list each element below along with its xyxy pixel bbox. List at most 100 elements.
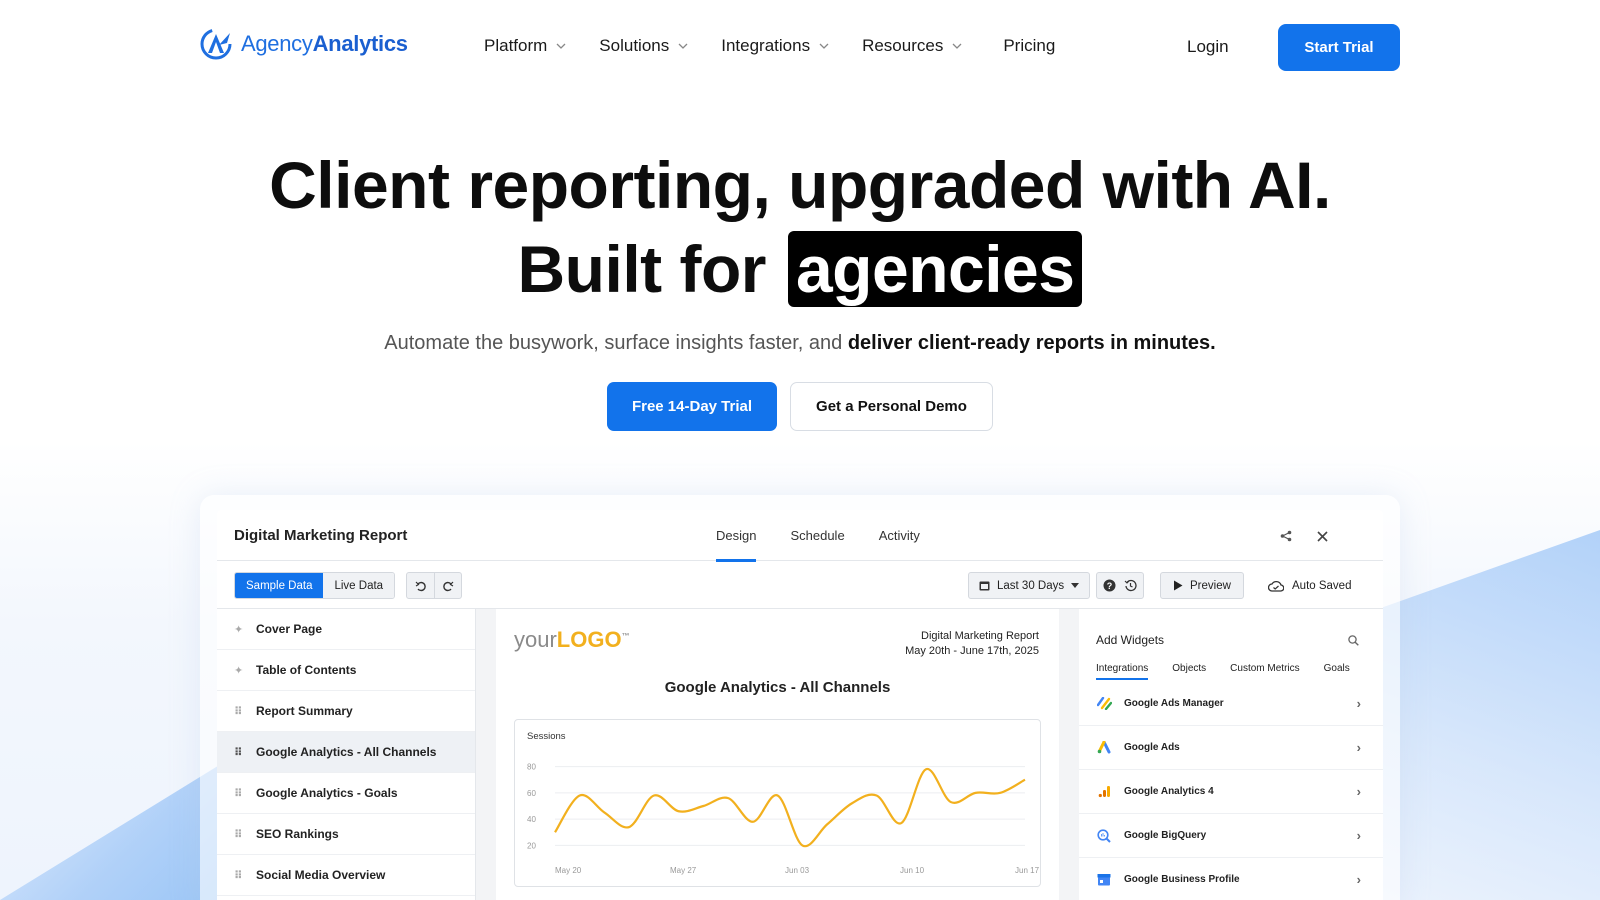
integration-google-business-profile[interactable]: Google Business Profile › (1079, 858, 1383, 900)
agency-analytics-logo-icon (200, 28, 232, 60)
sample-data-toggle[interactable]: Sample Data (235, 573, 324, 598)
drag-handle-icon[interactable]: ⠿ (234, 869, 256, 882)
calendar-icon (979, 581, 990, 591)
sidebar-item-report-summary[interactable]: ⠿ Report Summary (217, 691, 475, 732)
history-icon[interactable] (1124, 579, 1137, 592)
nav-item-integrations[interactable]: Integrations (721, 36, 829, 56)
hero-buttons: Free 14-Day Trial Get a Personal Demo (0, 382, 1600, 431)
personal-demo-button[interactable]: Get a Personal Demo (790, 382, 993, 431)
integration-google-analytics-4[interactable]: Google Analytics 4 › (1079, 770, 1383, 814)
search-icon[interactable] (1348, 633, 1359, 651)
sidebar-item-cover-page[interactable]: ✦ Cover Page (217, 609, 475, 650)
integration-label: Google Analytics 4 (1124, 786, 1214, 797)
nav-item-resources[interactable]: Resources (862, 36, 962, 56)
chevron-right-icon: › (1356, 828, 1361, 843)
report-meta: Digital Marketing Report May 20th - June… (905, 629, 1039, 659)
integration-google-bigquery[interactable]: Google BigQuery › (1079, 814, 1383, 858)
sidebar-item-table-of-contents[interactable]: ✦ Table of Contents (217, 650, 475, 691)
tab-activity[interactable]: Activity (862, 510, 937, 561)
drag-handle-icon[interactable]: ⠿ (234, 746, 256, 759)
report-editor: Digital Marketing Report Design Schedule… (217, 510, 1383, 900)
date-range-label: Last 30 Days (997, 579, 1065, 592)
x-tick-label: Jun 17 (1015, 866, 1040, 875)
sidebar-item-label: Google Analytics - All Channels (256, 745, 437, 759)
tab-custom-metrics[interactable]: Custom Metrics (1230, 663, 1299, 680)
chevron-right-icon: › (1356, 872, 1361, 887)
report-meta-title: Digital Marketing Report (921, 630, 1039, 642)
chevron-down-icon (556, 43, 566, 49)
section-title: Google Analytics - All Channels (664, 679, 891, 696)
chevron-right-icon: › (1356, 740, 1361, 755)
drag-handle-icon[interactable]: ⠿ (234, 787, 256, 800)
hero-heading-line2: Built for agencies (0, 227, 1600, 311)
date-range-select[interactable]: Last 30 Days (968, 572, 1091, 599)
chevron-down-icon (952, 43, 962, 49)
redo-icon[interactable] (434, 573, 461, 598)
brand-name: AgencyAnalytics (241, 31, 408, 56)
close-icon[interactable] (1314, 528, 1330, 544)
chevron-right-icon: › (1356, 696, 1361, 711)
integration-google-ads-manager[interactable]: Google Ads Manager › (1079, 682, 1383, 726)
data-source-toggle: Sample Data Live Data (234, 572, 396, 599)
nav-item-pricing[interactable]: Pricing (1003, 36, 1055, 56)
x-tick-label: May 20 (555, 866, 582, 875)
hero-subtitle: Automate the busywork, surface insights … (0, 332, 1600, 355)
top-navigation: AgencyAnalytics Platform Solutions Integ… (0, 0, 1600, 95)
report-meta-dates: May 20th - June 17th, 2025 (905, 645, 1039, 657)
login-link[interactable]: Login (1187, 37, 1229, 57)
nav-item-label: Platform (484, 36, 548, 55)
chevron-down-icon (678, 43, 688, 49)
pin-icon: ✦ (234, 664, 244, 677)
report-tabs: Design Schedule Activity (699, 510, 937, 562)
report-canvas: yourLOGO™ Digital Marketing Report May 2… (476, 609, 1079, 900)
y-tick-label: 20 (527, 841, 536, 850)
tab-goals[interactable]: Goals (1324, 663, 1350, 680)
sidebar-item-social-media-overview[interactable]: ⠿ Social Media Overview (217, 855, 475, 896)
sidebar-item-label: SEO Rankings (256, 827, 339, 841)
tab-schedule[interactable]: Schedule (773, 510, 861, 561)
brand-logo[interactable]: AgencyAnalytics (199, 27, 408, 61)
google-ads-icon (1096, 740, 1112, 756)
sidebar-item-ga-all-channels[interactable]: ⠿ Google Analytics - All Channels (217, 732, 475, 773)
nav-item-label: Solutions (599, 36, 670, 55)
live-data-toggle[interactable]: Live Data (323, 573, 395, 598)
undo-redo-group (406, 572, 462, 599)
sidebar-item-ga-goals[interactable]: ⠿ Google Analytics - Goals (217, 773, 475, 814)
hero-heading-highlight: agencies (787, 231, 1083, 307)
chevron-down-icon (819, 43, 829, 49)
add-widgets-panel: Add Widgets Integrations Objects Custom … (1079, 609, 1383, 900)
preview-button[interactable]: Preview (1160, 572, 1244, 599)
help-history-group: ? (1096, 572, 1144, 599)
report-editor-header: Digital Marketing Report Design Schedule… (217, 510, 1383, 562)
tab-objects[interactable]: Objects (1172, 663, 1206, 680)
integration-google-ads[interactable]: Google Ads › (1079, 726, 1383, 770)
start-trial-button[interactable]: Start Trial (1278, 24, 1400, 71)
sidebar-item-label: Table of Contents (256, 663, 357, 677)
undo-icon[interactable] (407, 573, 434, 598)
x-tick-label: Jun 10 (900, 866, 925, 875)
hero-heading-prefix: Built for (517, 232, 767, 306)
sidebar-item-label: Cover Page (256, 622, 323, 636)
auto-saved-status: Auto Saved (1268, 572, 1351, 599)
pin-icon: ✦ (234, 623, 244, 636)
integration-label: Google Business Profile (1124, 874, 1240, 885)
help-icon[interactable]: ? (1103, 579, 1116, 592)
add-widgets-title: Add Widgets (1096, 633, 1165, 647)
report-title: Digital Marketing Report (234, 527, 408, 544)
your-logo-placeholder: yourLOGO™ (514, 627, 630, 652)
share-icon[interactable] (1278, 528, 1294, 544)
drag-handle-icon[interactable]: ⠿ (234, 705, 256, 718)
x-tick-label: Jun 03 (785, 866, 810, 875)
nav-item-platform[interactable]: Platform (484, 36, 566, 56)
hero-subtitle-plain: Automate the busywork, surface insights … (384, 332, 848, 354)
widget-tabs: Integrations Objects Custom Metrics Goal… (1096, 663, 1374, 680)
drag-handle-icon[interactable]: ⠿ (234, 828, 256, 841)
free-trial-button[interactable]: Free 14-Day Trial (607, 382, 777, 431)
tab-integrations[interactable]: Integrations (1096, 663, 1149, 680)
x-tick-label: May 27 (670, 866, 697, 875)
sidebar-item-seo-rankings[interactable]: ⠿ SEO Rankings (217, 814, 475, 855)
nav-item-solutions[interactable]: Solutions (599, 36, 688, 56)
auto-saved-label: Auto Saved (1292, 579, 1352, 592)
hero-heading: Client reporting, upgraded with AI. Buil… (0, 143, 1600, 311)
tab-design[interactable]: Design (699, 510, 773, 562)
